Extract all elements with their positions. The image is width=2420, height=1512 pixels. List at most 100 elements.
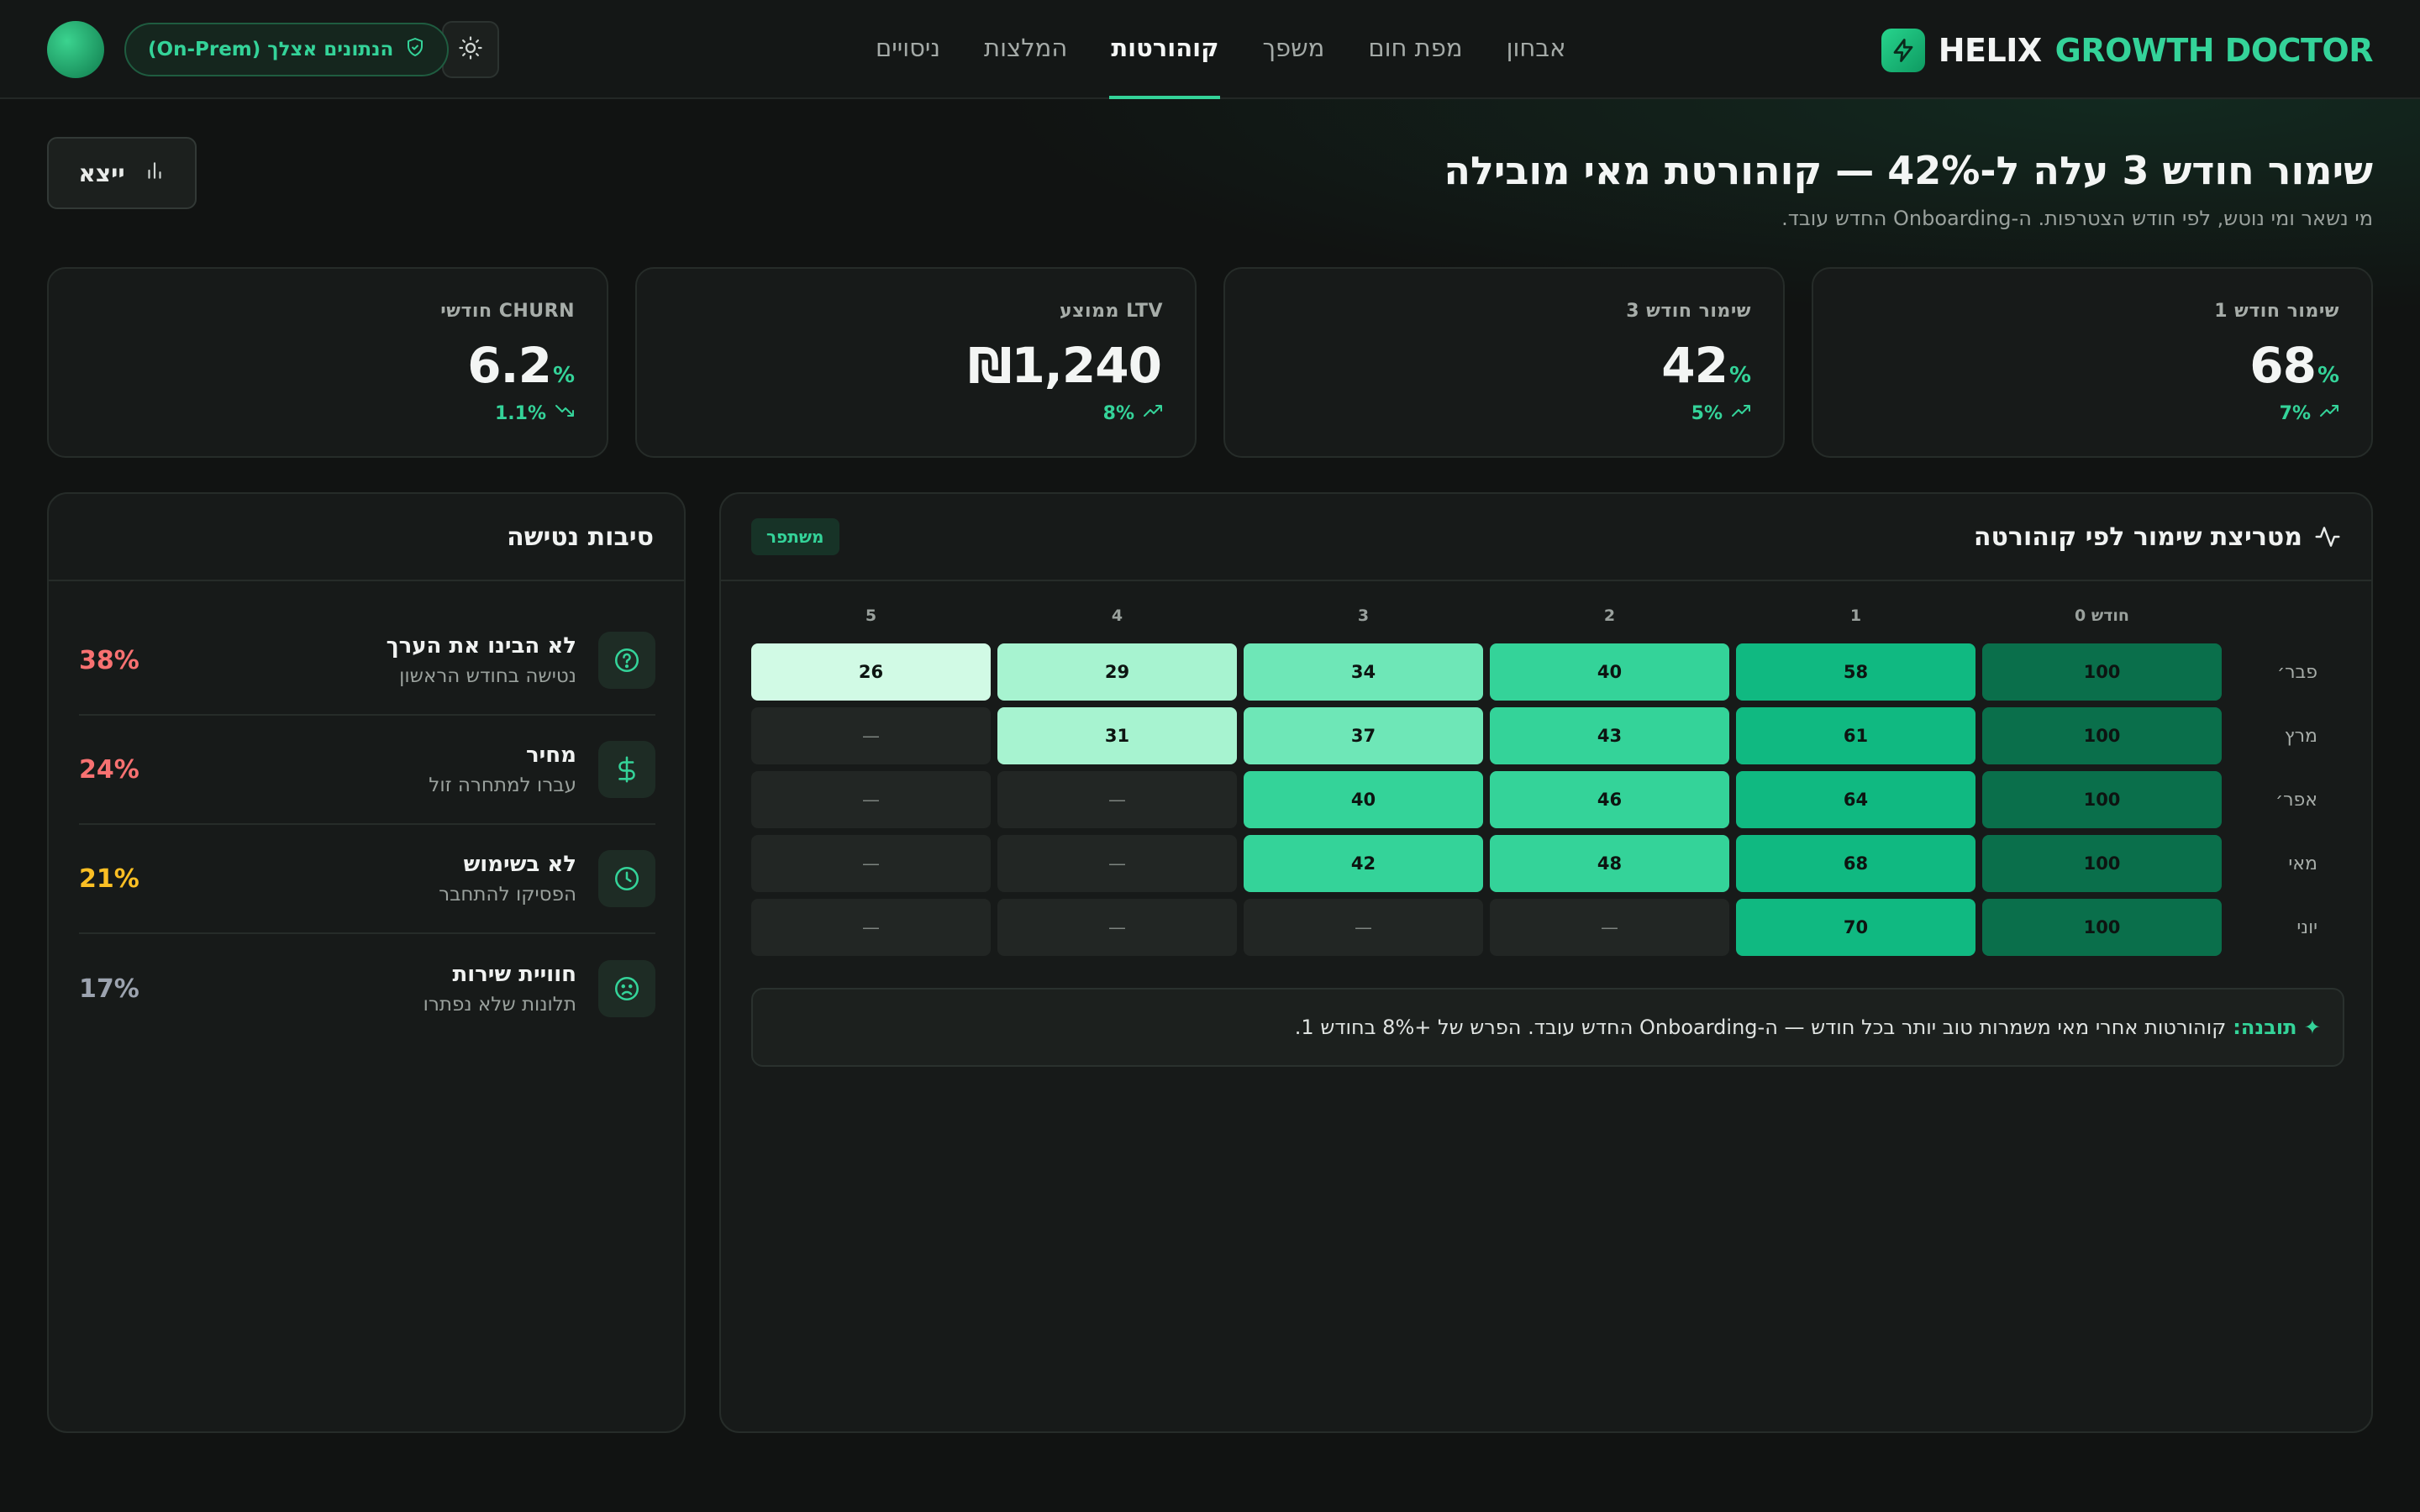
page-subtitle: מי נשאר ומי נוטש, לפי חודש הצטרפות. ה-On…: [1781, 207, 2373, 230]
heatmap-cell[interactable]: 26: [751, 643, 991, 701]
kpi-delta: 1.1%: [81, 402, 575, 424]
kpi-delta-value: 7%: [2279, 402, 2311, 424]
cohort-label: מאי: [2288, 853, 2317, 874]
heatmap-cell[interactable]: 100: [1982, 899, 2222, 956]
churn-reason-item[interactable]: מחיר עברו למתחרה זול 24%: [79, 716, 655, 825]
brand[interactable]: HELIX GROWTH DOCTOR: [1881, 27, 2374, 74]
kpi-unit: %: [1728, 363, 1751, 388]
on-prem-label: הנתונים אצלך (On-Prem): [148, 39, 394, 60]
kpi-card-m1-retention: שימור חודש 1 % 68 7%: [1812, 267, 2373, 458]
tab-experiments[interactable]: ניסויים: [874, 0, 942, 99]
reason-title: לא בשימוש: [463, 852, 576, 877]
kpi-card-m3-retention: שימור חודש 3 % 42 5%: [1223, 267, 1785, 458]
tab-heatmap[interactable]: מפת חום: [1366, 0, 1464, 99]
panel-header: סיבות נטישה: [49, 494, 684, 581]
heatmap-cell[interactable]: 100: [1982, 707, 2222, 764]
heatmap-body: פבר׳ 100 58 40 34 29 26 מרץ 100 61 43 37 31— אפר׳ 100 6…: [751, 643, 2348, 956]
main-nav: אבחון מפת חום משפך קוהורטות המלצות ניסוי…: [874, 0, 1567, 99]
heatmap-cell[interactable]: —: [751, 771, 991, 828]
brand-name: HELIX GROWTH DOCTOR: [1939, 32, 2374, 69]
tab-recommendations[interactable]: המלצות: [982, 0, 1069, 99]
heatmap-cell[interactable]: 64: [1736, 771, 1975, 828]
heatmap-row: מאי 100 68 48 42— —: [751, 835, 2348, 892]
heatmap-cell[interactable]: 42: [1244, 835, 1483, 892]
theme-toggle-button[interactable]: [442, 21, 499, 78]
heatmap-row: פבר׳ 100 58 40 34 29 26: [751, 643, 2348, 701]
retention-matrix-panel: מטריצת שימור לפי קוהורטה משתפר חודש 0 1 …: [719, 492, 2373, 1433]
kpi-delta-value: 5%: [1691, 402, 1723, 424]
kpi-label: CHURN חודשי: [440, 301, 575, 322]
heatmap-cell[interactable]: —: [751, 707, 991, 764]
kpi-label: שימור חודש 1: [2214, 301, 2339, 322]
kpi-delta: 8%: [669, 402, 1163, 424]
heatmap-cell[interactable]: —: [997, 835, 1237, 892]
cohort-label: אפר׳: [2275, 789, 2317, 811]
heatmap-row: מרץ 100 61 43 37 31—: [751, 707, 2348, 764]
heatmap-cell[interactable]: —: [1490, 899, 1729, 956]
churn-reason-item[interactable]: לא בשימוש הפסיקו להתחבר 21%: [79, 825, 655, 934]
export-button[interactable]: ייצא: [47, 137, 197, 209]
bar-chart-icon: [144, 160, 166, 187]
on-prem-badge[interactable]: הנתונים אצלך (On-Prem): [124, 23, 450, 76]
reason-subtitle: נטישה בחודש הראשון: [399, 665, 576, 687]
column-header: 2: [1603, 606, 1616, 625]
panel-title: מטריצת שימור לפי קוהורטה: [1973, 522, 2302, 552]
heatmap-cell[interactable]: 37: [1244, 707, 1483, 764]
heatmap-cell[interactable]: —: [1244, 899, 1483, 956]
kpi-label: LTV ממוצע: [1060, 301, 1163, 322]
heatmap-cell[interactable]: 61: [1736, 707, 1975, 764]
panel-header: מטריצת שימור לפי קוהורטה משתפר: [721, 494, 2371, 581]
kpi-label: שימור חודש 3: [1626, 301, 1751, 322]
activity-icon: [2314, 523, 2341, 550]
reason-text: לא הבינו את הערך נטישה בחודש הראשון: [387, 633, 576, 687]
question-circle-icon: [598, 632, 655, 689]
heatmap-cell[interactable]: 31: [997, 707, 1237, 764]
heatmap-cell[interactable]: —: [751, 899, 991, 956]
kpi-card-ltv: LTV ממוצע ₪1,240 8%: [635, 267, 1197, 458]
column-header: 4: [1111, 606, 1123, 625]
kpi-number: 42: [1661, 337, 1728, 394]
churn-reason-item[interactable]: לא הבינו את הערך נטישה בחודש הראשון 38%: [79, 606, 655, 716]
heatmap-cell[interactable]: —: [997, 771, 1237, 828]
heatmap-cell[interactable]: 46: [1490, 771, 1729, 828]
frown-icon: [598, 960, 655, 1017]
heatmap-cell[interactable]: 70: [1736, 899, 1975, 956]
heatmap-cell[interactable]: 68: [1736, 835, 1975, 892]
kpi-delta: 5%: [1257, 402, 1751, 424]
shield-check-icon: [405, 37, 425, 62]
reason-subtitle: תלונות שלא נפתרו: [423, 994, 576, 1016]
heatmap-cell[interactable]: —: [997, 899, 1237, 956]
kpi-value: ₪1,240: [669, 337, 1163, 394]
heatmap-cell[interactable]: 48: [1490, 835, 1729, 892]
kpi-number: ₪1,240: [968, 337, 1162, 394]
reason-subtitle: עברו למתחרה זול: [429, 774, 576, 796]
reason-text: לא בשימוש הפסיקו להתחבר: [439, 852, 576, 906]
brand-secondary: GROWTH DOCTOR: [2054, 32, 2374, 69]
kpi-number: 68: [2249, 337, 2317, 394]
tab-cohorts[interactable]: קוהורטות: [1109, 0, 1221, 99]
heatmap-cell[interactable]: 100: [1982, 771, 2222, 828]
avatar[interactable]: [47, 21, 104, 78]
reason-percent: 38%: [79, 645, 139, 675]
heatmap-cell[interactable]: 40: [1244, 771, 1483, 828]
insight-box: ✦ תובנה: קוהורטות אחרי מאי משמרות טוב יו…: [751, 988, 2344, 1067]
cohort-label: יוני: [2296, 916, 2317, 938]
dollar-icon: [598, 741, 655, 798]
heatmap-cell[interactable]: 40: [1490, 643, 1729, 701]
churn-reason-item[interactable]: חוויית שירות תלונות שלא נפתרו 17%: [79, 934, 655, 1043]
kpi-delta: 7%: [1845, 402, 2339, 424]
heatmap-cell[interactable]: —: [751, 835, 991, 892]
heatmap-cell[interactable]: 100: [1982, 643, 2222, 701]
heatmap-cell[interactable]: 58: [1736, 643, 1975, 701]
heatmap-cell[interactable]: 29: [997, 643, 1237, 701]
retention-heatmap: חודש 0 1 2 3 4 5 פבר׳ 100 58 40 34 29 26 מרץ 100…: [751, 606, 2348, 963]
kpi-delta-value: 8%: [1102, 402, 1134, 424]
reason-title: לא הבינו את הערך: [386, 633, 576, 659]
reason-subtitle: הפסיקו להתחבר: [439, 884, 576, 906]
trend-up-icon: [1143, 402, 1163, 424]
tab-diagnosis[interactable]: אבחון: [1505, 0, 1568, 99]
heatmap-cell[interactable]: 43: [1490, 707, 1729, 764]
tab-funnel[interactable]: משפך: [1260, 0, 1326, 99]
heatmap-cell[interactable]: 100: [1982, 835, 2222, 892]
heatmap-cell[interactable]: 34: [1244, 643, 1483, 701]
